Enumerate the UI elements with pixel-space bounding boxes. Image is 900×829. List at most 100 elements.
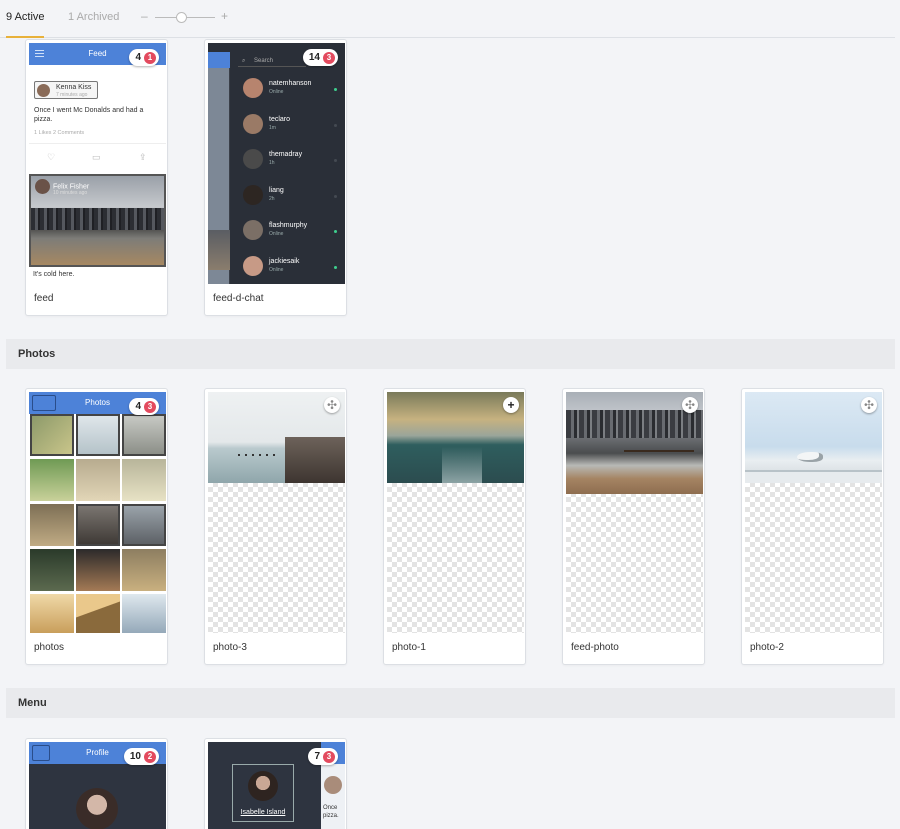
card-caption: feed-d-chat <box>213 293 264 304</box>
comment-icon: ▭ <box>92 152 101 162</box>
post-actions: ♡ ▭ ⇪ <box>29 143 166 171</box>
online-indicator <box>334 123 337 127</box>
comment-count: 10 <box>129 751 141 762</box>
online-indicator <box>334 88 337 91</box>
grid-photo <box>76 414 120 456</box>
avatar <box>243 255 263 276</box>
avatar <box>243 113 263 134</box>
author-name: Kenna Kiss <box>56 84 92 91</box>
card-caption: feed <box>34 293 54 304</box>
post-time: 10 minutes ago <box>53 190 88 196</box>
screen-thumbnail <box>387 392 524 633</box>
profile-box: Isabelle Island <box>232 764 294 822</box>
grid-photo <box>76 549 120 591</box>
zoom-slider[interactable]: – + <box>141 9 231 25</box>
post-time: 7 minutes ago <box>56 92 88 98</box>
avatar <box>243 220 263 240</box>
contact-status: 2h <box>269 195 275 202</box>
contact-row: jackiesaik Online <box>241 254 341 284</box>
contact-row: flashmurphy Online <box>241 218 341 248</box>
tab-active[interactable]: 9 Active <box>6 11 45 23</box>
screen-card-photos[interactable]: Photos 43 photos <box>25 388 168 665</box>
screen-card-menu[interactable]: Isabelle Island Once pizza. 73 <box>204 738 347 829</box>
move-icon[interactable]: ✣ <box>682 397 698 413</box>
grid-photo <box>76 594 120 633</box>
section-header-menu: Menu <box>6 688 895 718</box>
screen-card-photo-2[interactable]: ✣ photo-2 <box>741 388 884 665</box>
online-indicator <box>334 230 337 233</box>
search-input: ⌕ Search <box>238 55 306 67</box>
card-caption: feed-photo <box>571 642 619 653</box>
view-tabs-bar: 9 Active 1 Archived – + <box>0 0 895 38</box>
screen-thumbnail: Feed Kenna Kiss 7 minutes ago Once I wen… <box>29 43 166 284</box>
grid-photo <box>76 459 120 501</box>
add-icon[interactable]: + <box>503 397 519 413</box>
grid-photo <box>30 459 74 501</box>
zoom-handle[interactable] <box>176 12 187 23</box>
avatar <box>243 78 263 98</box>
heart-icon: ♡ <box>47 152 56 162</box>
comment-badge[interactable]: 14 3 <box>302 49 338 66</box>
screen-card-photo-3[interactable]: ✣ photo-3 <box>204 388 347 665</box>
post-text: It's cold here. <box>33 271 75 278</box>
section-header-photos: Photos <box>6 339 895 369</box>
grid-photo <box>30 504 74 546</box>
contact-name: liang <box>269 186 284 194</box>
profile-name: Isabelle Island <box>240 809 286 816</box>
contact-row: liang 2h <box>241 183 341 213</box>
grid-photo <box>30 414 74 456</box>
zoom-out-icon[interactable]: – <box>141 9 148 23</box>
grid-photo <box>30 549 74 591</box>
move-icon[interactable]: ✣ <box>861 397 877 413</box>
unread-count: 2 <box>144 750 156 763</box>
contact-row: teclaro 1m <box>241 112 341 142</box>
card-caption: photos <box>34 642 65 653</box>
comment-badge[interactable]: 43 <box>129 398 159 415</box>
screen-thumbnail: Photos <box>29 392 166 633</box>
grid-photo <box>122 459 166 501</box>
post-photo: Felix Fisher 10 minutes ago <box>29 174 166 267</box>
contact-name: jackiesaik <box>269 257 300 265</box>
contact-name: natemhanson <box>269 80 312 87</box>
screen-card-feed[interactable]: Feed Kenna Kiss 7 minutes ago Once I wen… <box>25 39 168 316</box>
grid-photo <box>122 414 166 456</box>
menu-icon <box>35 50 44 57</box>
underlying-screen <box>208 52 230 284</box>
contact-status: 1h <box>269 160 275 166</box>
screen-card-feed-d-chat[interactable]: ⌕ Search natemhanson Online teclaro 1m themad… <box>204 39 347 316</box>
unread-count: 3 <box>323 51 335 64</box>
comment-count: 7 <box>314 751 320 762</box>
share-icon: ⇪ <box>139 152 147 162</box>
grid-photo <box>30 594 74 633</box>
screen-thumbnail: ⌕ Search natemhanson Online teclaro 1m themad… <box>208 43 345 284</box>
contact-row: themadray 1h <box>241 147 341 177</box>
tab-archived[interactable]: 1 Archived <box>68 11 119 23</box>
contact-status: 1m <box>269 124 276 131</box>
card-caption: photo-2 <box>750 642 784 653</box>
comment-count: 14 <box>308 52 320 63</box>
screen-thumbnail <box>745 392 882 633</box>
contact-status: Online <box>269 231 284 237</box>
photo-grid <box>29 414 166 633</box>
screen-card-feed-photo[interactable]: ✣ feed-photo <box>562 388 705 665</box>
avatar <box>35 179 50 194</box>
unread-count: 3 <box>323 750 335 763</box>
avatar <box>243 184 263 205</box>
comment-badge[interactable]: 73 <box>308 748 338 765</box>
comment-count: 4 <box>135 401 141 412</box>
skyline-image <box>31 208 164 230</box>
post-meta: 1 Likes 2 Comments <box>34 130 85 136</box>
post-text: Once I went Mc Donalds and had a pizza. <box>34 107 144 123</box>
zoom-in-icon[interactable]: + <box>221 9 228 23</box>
screen-card-photo-1[interactable]: + photo-1 <box>383 388 526 665</box>
unread-count: 3 <box>144 400 156 413</box>
section-title: Photos <box>18 348 56 360</box>
contact-name: themadray <box>269 151 303 158</box>
grid-photo <box>76 504 120 546</box>
move-icon[interactable]: ✣ <box>324 397 340 413</box>
comment-badge[interactable]: 10 2 <box>123 748 159 765</box>
header-title: Profile <box>86 748 109 757</box>
screen-card-profile[interactable]: Profile 10 2 <box>25 738 168 829</box>
comment-badge[interactable]: 41 <box>129 49 159 66</box>
grid-photo <box>122 594 166 633</box>
